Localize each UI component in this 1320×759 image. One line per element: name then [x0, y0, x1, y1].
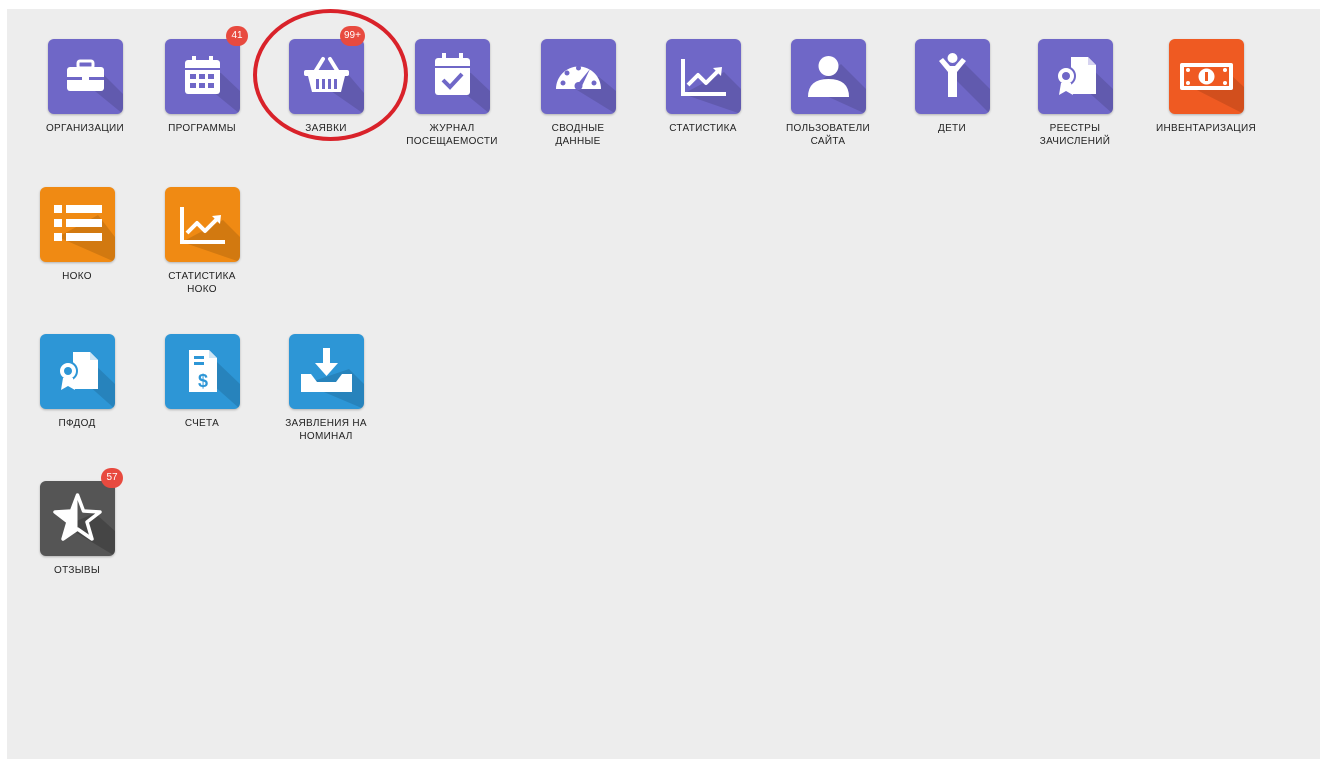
calendar-check-icon [414, 39, 490, 114]
invoice-dollar-icon: $ [164, 334, 240, 409]
tile-invoices[interactable]: $ СЧЕТА [147, 334, 257, 430]
tile-label: ДЕТИ [938, 123, 966, 134]
tile-label: СТАТИСТИКА НОКО [168, 271, 236, 295]
tile-label: НОКО [62, 271, 92, 282]
list-icon [39, 187, 115, 262]
tile-label: ИНВЕНТАРИЗАЦИЯ [1156, 123, 1256, 134]
calendar-grid-icon [164, 39, 240, 114]
tile-nominal-statements[interactable]: ЗАЯВЛЕНИЯ НА НОМИНАЛ [271, 334, 381, 443]
tile-label: СВОДНЫЕ ДАННЫЕ [551, 123, 605, 147]
tile-site-users[interactable]: ПОЛЬЗОВАТЕЛИ САЙТА [773, 39, 883, 148]
tile-applications[interactable]: 99+ ЗАЯВКИ [271, 26, 381, 135]
line-chart-icon [164, 187, 240, 262]
basket-icon [288, 39, 364, 114]
money-bill-icon [1168, 39, 1244, 114]
tile-programs[interactable]: 41 ПРОГРАММЫ [147, 26, 257, 135]
tile-label: СЧЕТА [184, 418, 220, 429]
reviews-count-badge: 57 [101, 468, 123, 488]
certificate-document-icon [39, 334, 115, 409]
tile-label: ЗАЯВКИ [305, 123, 347, 134]
certificate-document-icon [1037, 39, 1113, 114]
tile-enrollment-registers[interactable]: РЕЕСТРЫ ЗАЧИСЛЕНИЙ [1020, 39, 1130, 148]
tile-label: ПРОГРАММЫ [168, 123, 236, 134]
tile-noko[interactable]: НОКО [22, 187, 132, 283]
tile-label: РЕЕСТРЫ ЗАЧИСЛЕНИЙ [1039, 123, 1111, 147]
tile-summary-data[interactable]: СВОДНЫЕ ДАННЫЕ [523, 39, 633, 148]
applications-count-badge: 99+ [340, 26, 365, 46]
tile-label: ПФДОД [58, 418, 96, 429]
tile-attendance[interactable]: ЖУРНАЛ ПОСЕЩАЕМОСТИ [397, 39, 507, 148]
svg-text:$: $ [197, 371, 207, 391]
tile-noko-statistics[interactable]: СТАТИСТИКА НОКО [147, 187, 257, 296]
tile-children[interactable]: ДЕТИ [897, 39, 1007, 135]
tile-label: СТАТИСТИКА [669, 123, 737, 134]
tile-label: ЖУРНАЛ ПОСЕЩАЕМОСТИ [406, 123, 498, 147]
tile-reviews[interactable]: 57 ОТЗЫВЫ [22, 468, 132, 577]
tile-statistics[interactable]: СТАТИСТИКА [648, 39, 758, 135]
user-icon [790, 39, 866, 114]
tile-pfdod[interactable]: ПФДОД [22, 334, 132, 430]
tile-label: ОТЗЫВЫ [54, 565, 100, 576]
tile-label: ПОЛЬЗОВАТЕЛИ САЙТА [786, 123, 870, 147]
speedometer-icon [540, 39, 616, 114]
tile-label: ОРГАНИЗАЦИИ [45, 123, 125, 134]
child-icon [914, 39, 990, 114]
programs-count-badge: 41 [226, 26, 248, 46]
tile-inventory[interactable]: ИНВЕНТАРИЗАЦИЯ [1151, 39, 1261, 135]
tile-label: ЗАЯВЛЕНИЯ НА НОМИНАЛ [285, 418, 367, 442]
briefcase-icon [47, 39, 123, 114]
tile-organizations[interactable]: ОРГАНИЗАЦИИ [30, 39, 140, 135]
star-half-icon [39, 481, 115, 556]
line-chart-icon [665, 39, 741, 114]
download-tray-icon [288, 334, 364, 409]
